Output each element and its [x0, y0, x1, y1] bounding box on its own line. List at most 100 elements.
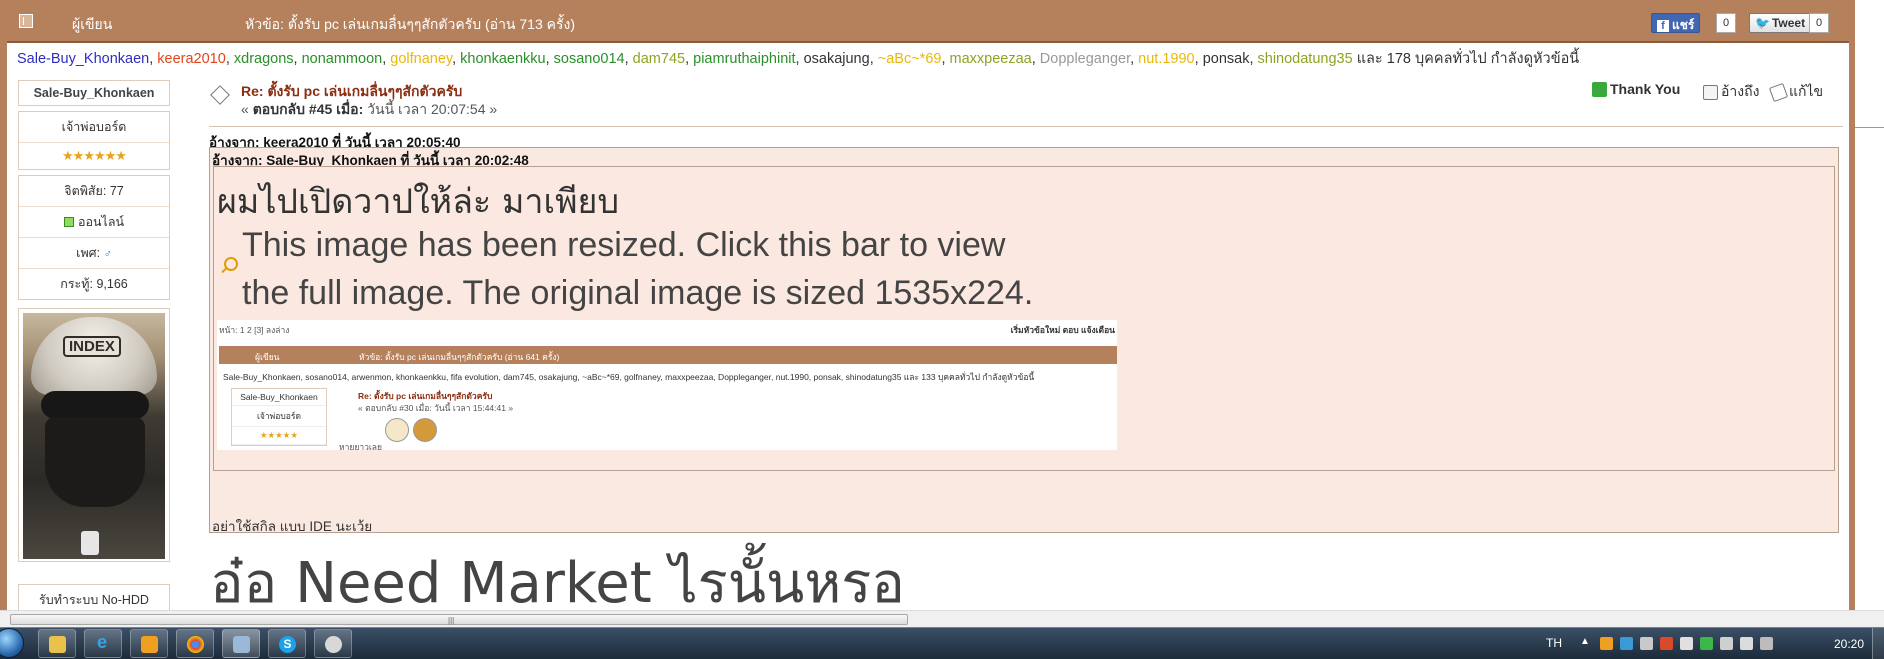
magnify-icon	[224, 257, 238, 271]
topic-title: หัวข้อ: ตั้งรับ pc เล่นเกมลื่นๆๆสักตัวคร…	[245, 16, 576, 32]
show-desktop-button[interactable]	[1872, 628, 1884, 659]
flag-tray-icon[interactable]	[1720, 637, 1733, 650]
avatar-image: INDEX	[23, 313, 165, 559]
internet-explorer-icon: e	[97, 632, 108, 652]
skype-tray-icon[interactable]	[1620, 637, 1633, 650]
device-tray-icon[interactable]	[1680, 637, 1693, 650]
folder-icon	[49, 636, 66, 653]
thank-you-icon	[1592, 81, 1607, 97]
thumb-profile: Sale-Buy_Khonkaen เจ้าพ่อบอร์ด ★★★★★	[231, 388, 327, 446]
viewer-link[interactable]: ponsak	[1203, 51, 1250, 67]
outer-quote-text: อย่าใช้สกิล แบบ IDE นะเว้ย	[212, 519, 373, 534]
viewer-link[interactable]: golfnaney	[390, 51, 452, 67]
language-indicator[interactable]: TH	[1546, 636, 1562, 650]
viewer-link[interactable]: shinodatung35	[1258, 51, 1353, 67]
quote-icon	[1703, 84, 1718, 100]
helmet-logo-text: INDEX	[63, 336, 121, 357]
tweet-button[interactable]: 🐦 Tweet	[1749, 13, 1812, 33]
avatar: INDEX	[18, 308, 170, 562]
thumb-footer-text: หายยาวเลย	[339, 442, 382, 450]
reply-number: ตอบกลับ #45 เมื่อ:	[252, 101, 364, 117]
rank-card: เจ้าพ่อบอร์ด ★★★★★★	[18, 111, 170, 170]
taskbar-skype[interactable]: S	[268, 629, 306, 658]
profile-gender: เพศ: ♂	[19, 238, 169, 269]
viewer-link[interactable]: nut.1990	[1138, 51, 1194, 67]
network-tray-icon[interactable]	[1740, 637, 1753, 650]
horizontal-scrollbar[interactable]: |||	[0, 610, 1884, 627]
viewer-link[interactable]: ~aBc~*69	[878, 51, 942, 67]
image-resize-bar[interactable]: This image has been resized. Click this …	[224, 219, 1124, 319]
taskbar-internet-explorer[interactable]: e	[84, 629, 122, 658]
profile-post-count: กระทู้: 9,166	[60, 277, 128, 291]
profile-signature-link[interactable]: รับทำระบบ No-HDD	[18, 584, 170, 610]
thumb-pager: หน้า: 1 2 [3] ลงล่าง	[219, 325, 290, 335]
taskbar-file-explorer[interactable]	[38, 629, 76, 658]
thumb-header-bar: ผู้เขียน หัวข้อ: ตั้งรับ pc เล่นเกมลื่นๆ…	[219, 346, 1117, 364]
viewer-link[interactable]: piamruthaiphinit	[693, 51, 795, 67]
resize-notice: This image has been resized. Click this …	[242, 226, 1034, 312]
taskbar-chrome[interactable]	[176, 629, 214, 658]
scrollbar-thumb[interactable]: |||	[10, 614, 908, 625]
viewer-link[interactable]: osakajung	[804, 51, 870, 67]
tray-expand-arrow[interactable]: ▲	[1580, 636, 1590, 647]
game-launcher-icon	[325, 636, 342, 653]
male-gender-icon: ♂	[103, 248, 112, 260]
skype-icon: S	[279, 636, 296, 653]
viewer-link[interactable]: keera2010	[157, 51, 226, 67]
security-tray-icon[interactable]	[1700, 637, 1713, 650]
app-tray-icon[interactable]	[1660, 637, 1673, 650]
viewers-list: Sale-Buy_Khonkaen, keera2010, xdragons, …	[17, 51, 1580, 67]
media-player-icon	[141, 636, 158, 653]
facebook-share-count: 0	[1716, 13, 1736, 33]
taskbar-network-tool[interactable]	[222, 629, 260, 658]
chrome-icon	[187, 636, 204, 653]
twitter-bird-icon: 🐦	[1755, 16, 1770, 30]
author-column-label: ผู้เขียน	[72, 16, 113, 32]
taskbar-media-player[interactable]	[130, 629, 168, 658]
online-indicator-icon	[63, 217, 74, 227]
start-button-icon[interactable]	[0, 628, 24, 658]
poster-profile: Sale-Buy_Khonkaen เจ้าพ่อบอร์ด ★★★★★★ จิ…	[18, 80, 170, 562]
viewer-link[interactable]: xdragons	[234, 51, 294, 67]
quote-button[interactable]: อ้างถึง	[1703, 81, 1759, 103]
taskbar-clock[interactable]: 20:20	[1834, 637, 1864, 651]
facebook-icon: f	[1657, 20, 1669, 32]
profile-username[interactable]: Sale-Buy_Khonkaen	[19, 81, 169, 105]
viewer-link[interactable]: Doppleganger	[1040, 51, 1130, 67]
stats-card: จิตพิสัย: 77 ออนไลน์ เพศ: ♂ กระทู้: 9,16…	[18, 175, 170, 300]
thumb-actions: เริ่มหัวข้อใหม่ ตอบ แจ้งเตือน	[1010, 325, 1115, 335]
post-divider	[209, 126, 1843, 127]
taskbar-game-launcher[interactable]	[314, 629, 352, 658]
rank-stars: ★★★★★★	[62, 148, 127, 163]
viewer-link[interactable]: nonammoon	[302, 51, 383, 67]
emoji-icon	[385, 418, 409, 442]
volume-icon[interactable]	[1760, 637, 1773, 650]
profile-rank: เจ้าพ่อบอร์ด	[19, 112, 169, 143]
edit-icon	[1768, 82, 1789, 102]
viewer-link[interactable]: sosano014	[554, 51, 625, 67]
disk-tray-icon[interactable]	[1640, 637, 1653, 650]
resized-screenshot-image[interactable]: หน้า: 1 2 [3] ลงล่าง เริ่มหัวข้อใหม่ ตอบ…	[217, 320, 1117, 450]
facebook-share-button[interactable]: f แชร์	[1651, 13, 1701, 33]
windows-taskbar: e S TH ▲ 20:20	[0, 627, 1884, 659]
monkey-emoji-icon	[413, 418, 437, 442]
edit-button[interactable]: แก้ไข	[1768, 81, 1823, 103]
viewer-link[interactable]: khonkaenkku	[460, 51, 545, 67]
topic-header-bar: ผู้เขียน หัวข้อ: ตั้งรับ pc เล่นเกมลื่นๆ…	[7, 0, 1849, 43]
thumb-post-meta: « ตอบกลับ #30 เมื่อ: วันนี้ เวลา 15:44:4…	[358, 403, 514, 413]
tweet-count: 0	[1809, 13, 1829, 33]
viewer-link[interactable]: Sale-Buy_Khonkaen	[17, 51, 149, 67]
post-meta: « ตอบกลับ #45 เมื่อ: วันนี้ เวลา 20:07:5…	[241, 101, 498, 117]
browser-page: ผู้เขียน หัวข้อ: ตั้งรับ pc เล่นเกมลื่นๆ…	[0, 0, 1884, 659]
online-status: ออนไลน์	[19, 207, 169, 238]
thank-you-button[interactable]: Thank You	[1592, 81, 1680, 97]
post-icon	[210, 85, 230, 105]
network-tool-icon	[233, 636, 250, 653]
media-tray-icon[interactable]	[1600, 637, 1613, 650]
profile-card: Sale-Buy_Khonkaen	[18, 80, 170, 106]
left-border	[0, 0, 7, 610]
viewer-link[interactable]: dam745	[633, 51, 685, 67]
viewer-link[interactable]: maxxpeezaa	[950, 51, 1032, 67]
viewers-suffix: และ 178 บุคคลทั่วไป กำลังดูหัวข้อนี้	[1352, 51, 1580, 67]
profile-karma: จิตพิสัย: 77	[19, 176, 169, 207]
